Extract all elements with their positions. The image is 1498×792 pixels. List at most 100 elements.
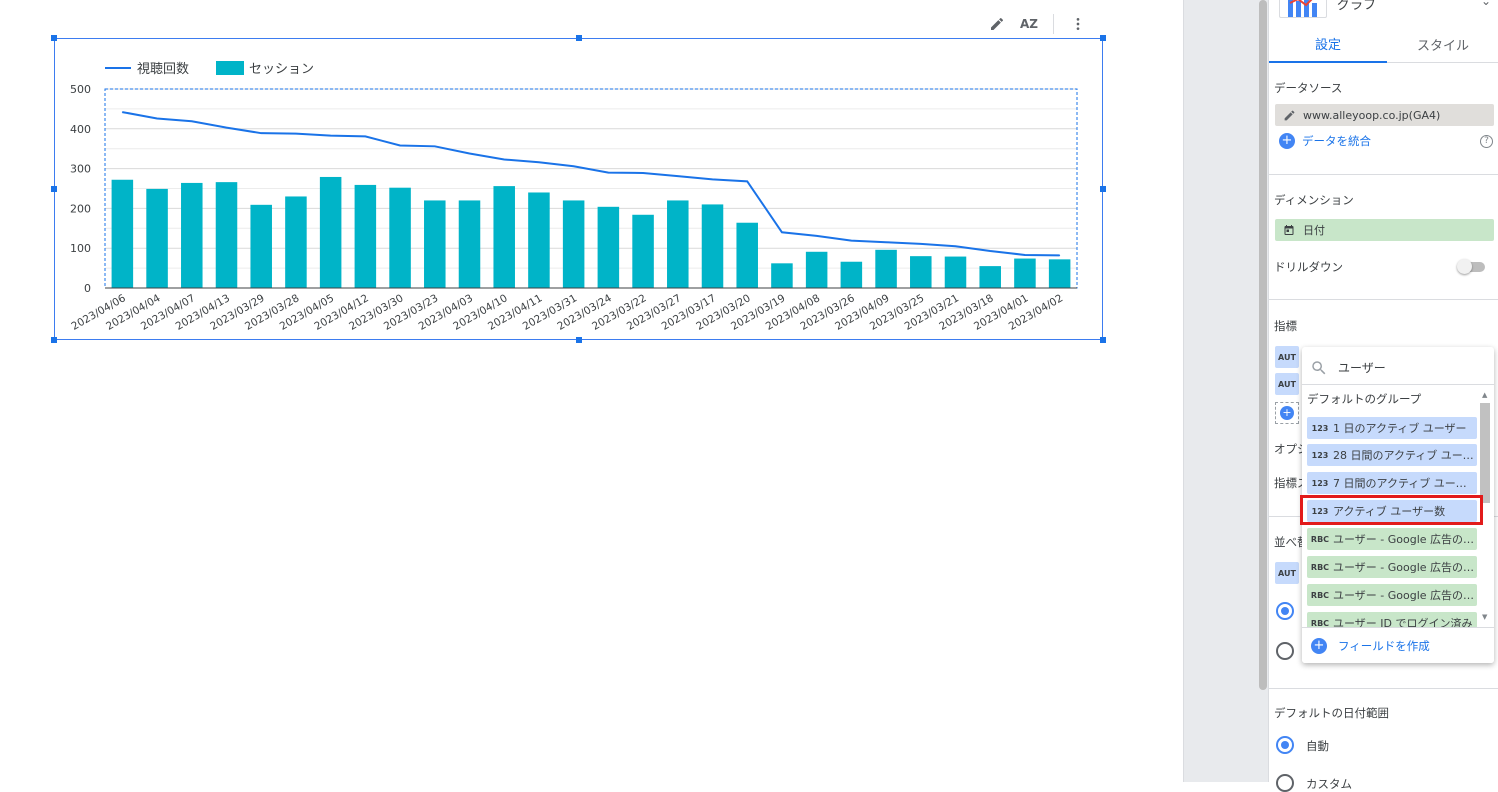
canvas-gutter <box>1183 0 1268 782</box>
y-tick-label: 200 <box>70 202 91 215</box>
bar-sessions <box>146 188 168 288</box>
search-icon <box>1312 361 1326 375</box>
line-point-views <box>503 158 505 160</box>
scroll-thumb[interactable] <box>1480 403 1490 503</box>
bar-sessions <box>701 204 724 288</box>
line-point-views <box>191 120 193 122</box>
bar-sessions <box>979 266 1001 288</box>
panel-tabs: 設定 スタイル <box>1269 25 1498 63</box>
line-point-views <box>434 145 436 147</box>
tab-settings[interactable]: 設定 <box>1269 25 1387 63</box>
line-point-views <box>746 180 748 182</box>
sort-aggregation-badge[interactable]: AUT <box>1275 562 1299 584</box>
field-name: 1 日のアクティブ ユーザー <box>1333 422 1467 435</box>
field-group-label: デフォルトのグループ <box>1307 392 1422 406</box>
create-field-label: フィールドを作成 <box>1338 639 1430 653</box>
tab-settings-label: 設定 <box>1314 37 1341 53</box>
date-range-auto-radio[interactable] <box>1276 736 1294 754</box>
bar-sessions <box>632 214 654 288</box>
field-name: ユーザー - Google 広告の広告ネットワーク <box>1333 561 1477 574</box>
drilldown-toggle[interactable] <box>1457 259 1485 274</box>
line-point-views <box>850 240 852 242</box>
data-source-title: データソース <box>1274 81 1343 95</box>
field-item[interactable]: 123 7 日間のアクティブ ユーザー <box>1307 472 1477 494</box>
data-source-name: www.alleyoop.co.jp(GA4) <box>1303 108 1441 122</box>
sort-ascending-radio[interactable] <box>1276 642 1294 660</box>
line-point-views <box>816 235 818 237</box>
create-field-row[interactable]: + フィールドを作成 <box>1302 627 1494 663</box>
metric-aggregation-badge[interactable]: AUT <box>1275 373 1299 395</box>
bar-sessions <box>215 182 238 288</box>
bar-sessions <box>1048 259 1071 288</box>
field-item[interactable]: 123 1 日のアクティブ ユーザー <box>1307 417 1477 439</box>
line-point-views <box>920 243 922 245</box>
date-range-title: デフォルトの日付範囲 <box>1274 706 1389 720</box>
sort-descending-radio[interactable] <box>1276 602 1294 620</box>
date-range-custom-label: カスタム <box>1306 777 1352 791</box>
metric-aggregation-badge[interactable]: AUT <box>1275 346 1299 368</box>
blend-data-link[interactable]: + データを統合 <box>1279 133 1371 149</box>
pencil-icon[interactable] <box>1275 109 1303 122</box>
blend-data-label: データを統合 <box>1302 134 1371 148</box>
dimension-name: 日付 <box>1303 224 1325 237</box>
section-divider <box>1269 299 1498 300</box>
bar-sessions <box>910 256 932 288</box>
add-icon: + <box>1279 133 1295 149</box>
line-point-views <box>156 117 158 119</box>
bar-sessions <box>736 222 758 288</box>
bar-sessions <box>944 256 967 288</box>
add-icon: + <box>1280 406 1294 420</box>
chart-type-label: グラフ <box>1337 0 1377 13</box>
legend-label-views: 視聴回数 <box>137 62 189 77</box>
drilldown-label: ドリルダウン <box>1274 260 1343 274</box>
tab-style-label: スタイル <box>1416 38 1469 54</box>
dimension-chip[interactable]: 日付 <box>1275 219 1494 241</box>
scroll-down-icon[interactable]: ▼ <box>1482 613 1487 621</box>
field-item[interactable]: 123 28 日間のアクティブ ユーザー <box>1307 444 1477 466</box>
line-point-views <box>677 175 679 177</box>
y-tick-label: 400 <box>70 123 91 136</box>
number-type-icon: 123 <box>1311 450 1329 460</box>
line-point-views <box>573 165 575 167</box>
field-item[interactable]: RBCユーザー - Google 広告の広告グループ <box>1307 528 1477 550</box>
data-source-chip[interactable]: www.alleyoop.co.jp(GA4) <box>1275 104 1494 126</box>
scroll-up-icon[interactable]: ▲ <box>1482 391 1487 399</box>
bar-sessions <box>493 186 515 288</box>
line-point-views <box>1024 254 1026 256</box>
help-icon[interactable]: ? <box>1480 135 1493 148</box>
field-search-input[interactable]: ユーザー <box>1338 359 1386 376</box>
bar-sessions <box>111 179 134 288</box>
line-point-views <box>607 172 609 174</box>
bar-sessions <box>840 261 863 288</box>
line-point-views <box>399 145 401 147</box>
bar-sessions <box>597 206 620 288</box>
highlight-box <box>1300 495 1483 525</box>
y-tick-label: 100 <box>70 242 91 255</box>
bar-sessions <box>389 187 411 288</box>
line-point-views <box>989 250 991 252</box>
bar-sessions <box>458 200 481 288</box>
line-point-views <box>885 241 887 243</box>
bar-sessions <box>1014 258 1036 288</box>
bar-sessions <box>285 196 307 288</box>
field-item[interactable]: RBCユーザー - Google 広告の広告ネットワーク <box>1307 556 1477 578</box>
tab-style[interactable]: スタイル <box>1387 25 1498 63</box>
chevron-down-icon[interactable]: ⌄ <box>1481 0 1491 8</box>
chart-type-thumbnail[interactable] <box>1279 0 1327 18</box>
bar-sessions <box>875 249 897 288</box>
report-canvas[interactable]: AZ 視聴回数 セッション 0 100 200 300 400 500 2023/04/06 20… <box>0 0 1183 782</box>
line-point-views <box>642 172 644 174</box>
line-point-views <box>538 161 540 163</box>
field-item[interactable]: RBCユーザー - Google 広告の広告キャンペーン <box>1307 584 1477 606</box>
date-range-custom-radio[interactable] <box>1276 774 1294 792</box>
add-icon: + <box>1311 638 1327 654</box>
section-divider <box>1269 174 1498 175</box>
bar-sessions <box>424 200 446 288</box>
line-point-views <box>260 132 262 134</box>
canvas-scrollbar[interactable] <box>1259 0 1267 690</box>
add-metric-button[interactable]: + <box>1275 402 1299 424</box>
combo-chart[interactable]: 視聴回数 セッション01002003004005002023/04/062023/… <box>0 0 1183 782</box>
line-point-views <box>955 245 956 247</box>
bar-sessions <box>250 204 272 288</box>
date-range-auto-label: 自動 <box>1306 739 1329 753</box>
